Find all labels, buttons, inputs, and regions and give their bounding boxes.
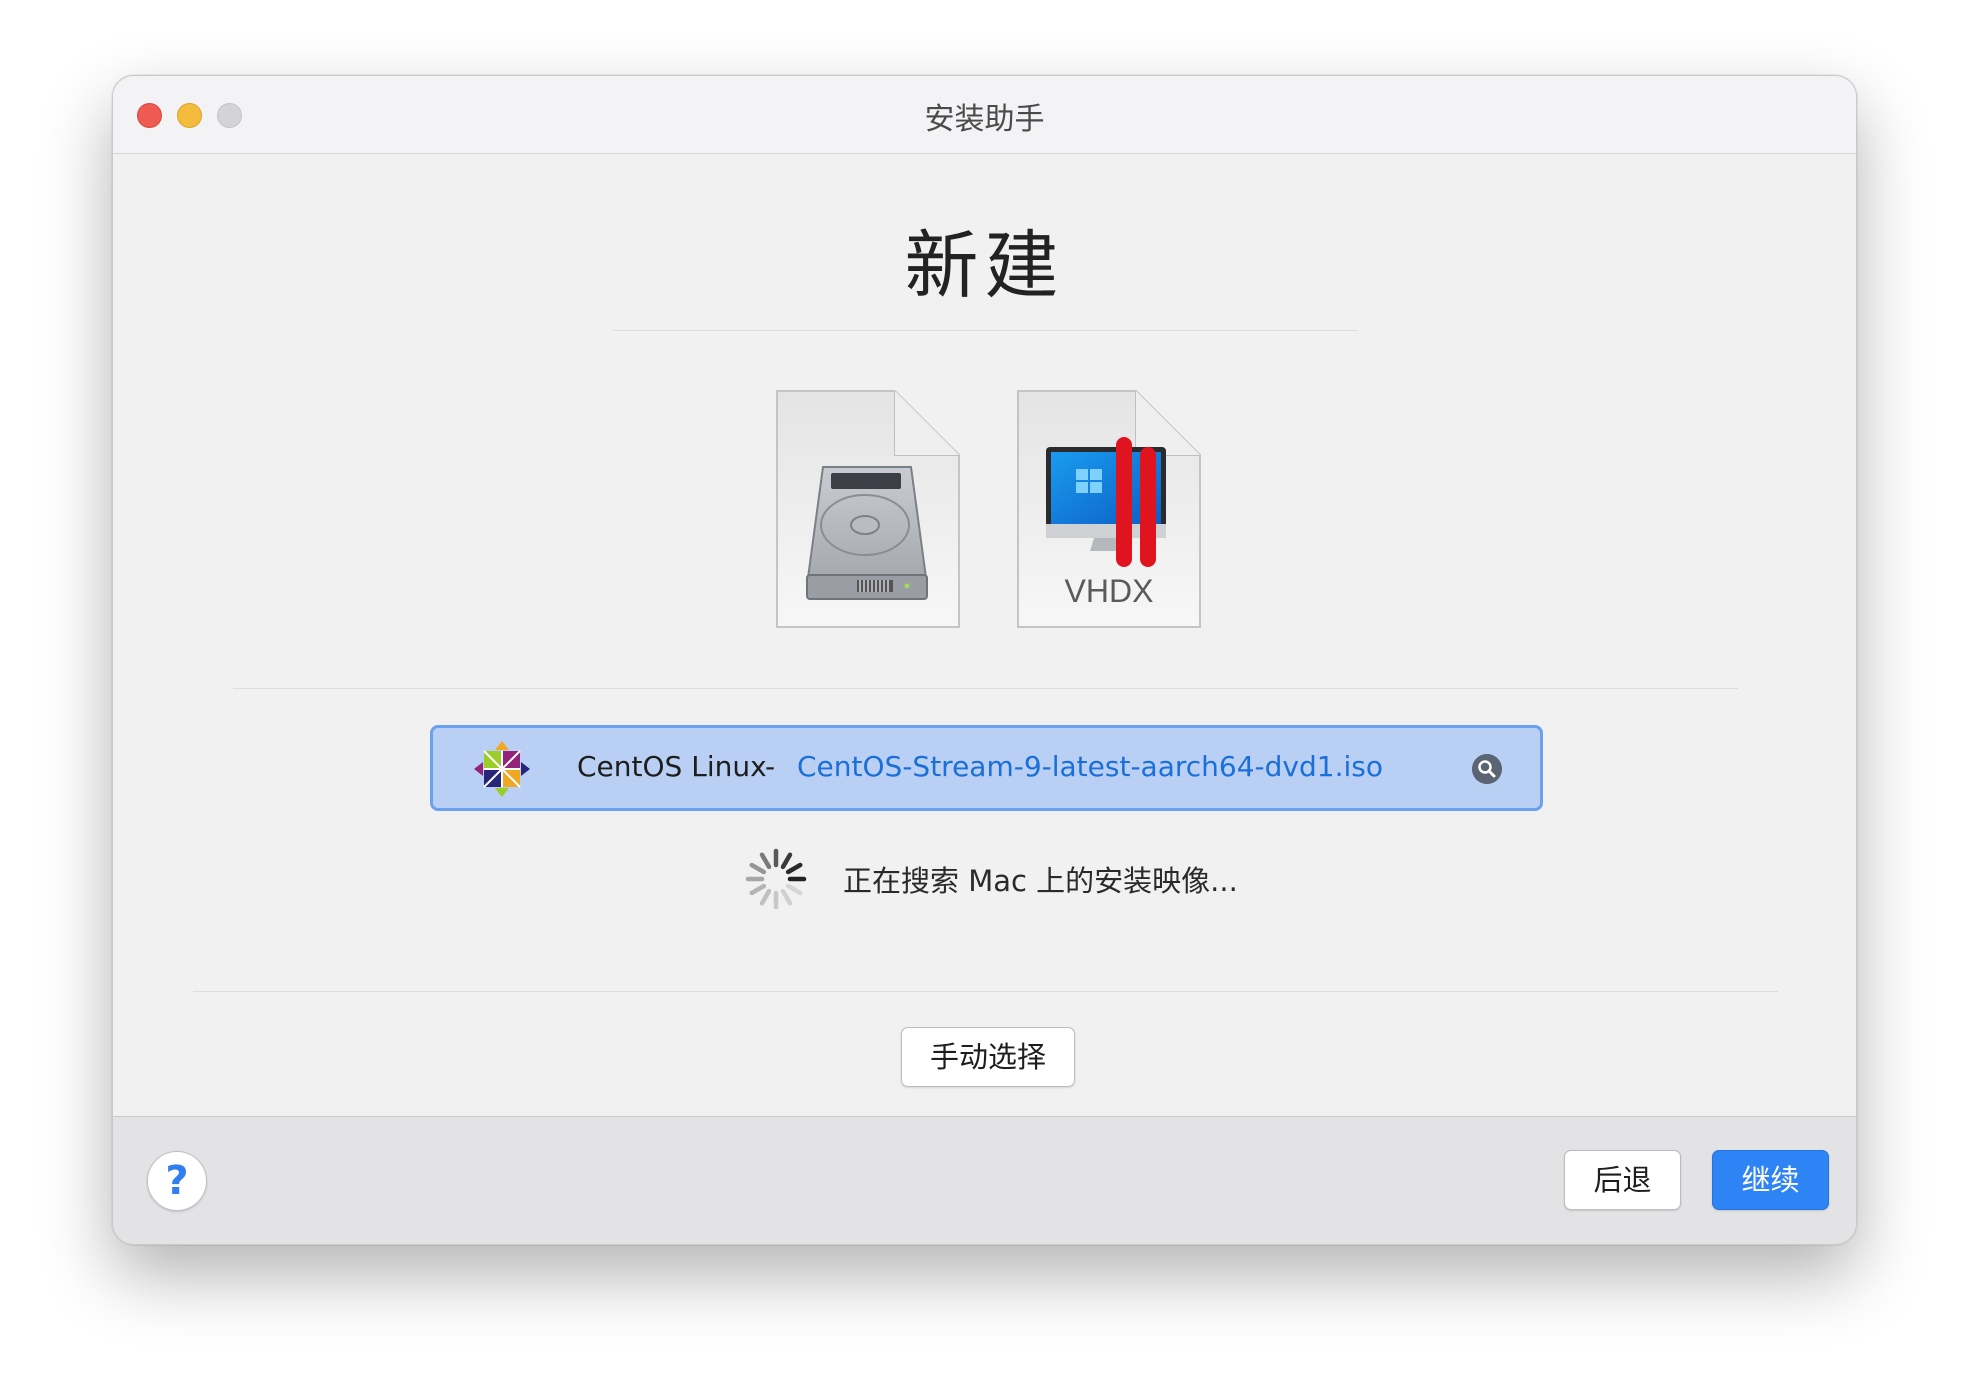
back-button[interactable]: 后退 xyxy=(1564,1150,1681,1210)
page-title: 新建 xyxy=(904,223,1065,309)
title-bar: 安装助手 xyxy=(113,76,1856,154)
hard-disk-image-icon[interactable] xyxy=(775,389,961,629)
heading-divider xyxy=(613,330,1358,331)
centos-logo-icon xyxy=(474,741,530,797)
manual-select-button[interactable]: 手动选择 xyxy=(901,1027,1075,1087)
detected-iso-row[interactable]: CentOS Linux - CentOS-Stream-9-latest-aa… xyxy=(430,725,1543,811)
footer-bar: ? 后退 继续 xyxy=(113,1116,1856,1244)
window-title: 安装助手 xyxy=(924,102,1045,137)
icons-divider xyxy=(233,688,1738,689)
installation-assistant-window: 安装助手 新建 VHDX CentOS Linux - CentOS-Strea… xyxy=(112,75,1857,1245)
iso-file-name: CentOS-Stream-9-latest-aarch64-dvd1.iso xyxy=(797,750,1383,783)
help-button[interactable]: ? xyxy=(147,1151,207,1211)
continue-button[interactable]: 继续 xyxy=(1712,1150,1829,1210)
reveal-in-finder-icon[interactable] xyxy=(1472,754,1502,784)
os-name-label: CentOS Linux xyxy=(577,750,767,783)
searching-status-text: 正在搜索 Mac 上的安装映像... xyxy=(843,864,1238,898)
os-separator: - xyxy=(765,750,776,783)
loading-spinner-icon xyxy=(745,848,807,910)
status-divider xyxy=(193,991,1778,992)
vhdx-label: VHDX xyxy=(1064,573,1154,609)
